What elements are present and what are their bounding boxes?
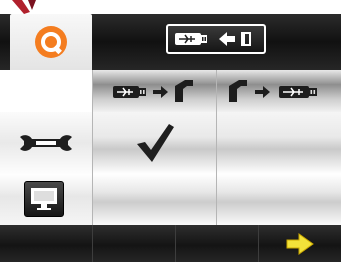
column-header-usb-to-disk[interactable]: [93, 70, 216, 112]
table-cell-option-2[interactable]: [217, 174, 341, 225]
usb-to-device-arrow-icon: [175, 32, 251, 46]
table-cell-option-1[interactable]: [93, 112, 216, 174]
mode-button[interactable]: [166, 24, 266, 54]
next-button[interactable]: [259, 225, 341, 262]
sidebar-item-settings[interactable]: [0, 112, 92, 174]
sidebar-item-display[interactable]: [24, 181, 64, 217]
top-strip: [0, 0, 341, 14]
column-header-disk-to-usb[interactable]: [217, 70, 341, 112]
usb-to-disk-icon: [112, 80, 193, 102]
footer-button-1[interactable]: [0, 225, 92, 262]
disk-to-usb-icon: [229, 80, 317, 102]
table-cell-option-2[interactable]: [217, 112, 341, 174]
orange-ring-logo-icon: [35, 26, 67, 58]
yellow-arrow-right-icon: [286, 232, 314, 255]
home-tab[interactable]: [10, 14, 92, 70]
footer-button-3[interactable]: [176, 225, 258, 262]
footer-button-2[interactable]: [93, 225, 175, 262]
wrench-icon: [20, 135, 72, 151]
brand-fragment-icon: [12, 0, 36, 14]
table-cell-option-1[interactable]: [93, 174, 216, 225]
checkmark-icon: [136, 124, 174, 162]
monitor-icon: [31, 188, 57, 210]
